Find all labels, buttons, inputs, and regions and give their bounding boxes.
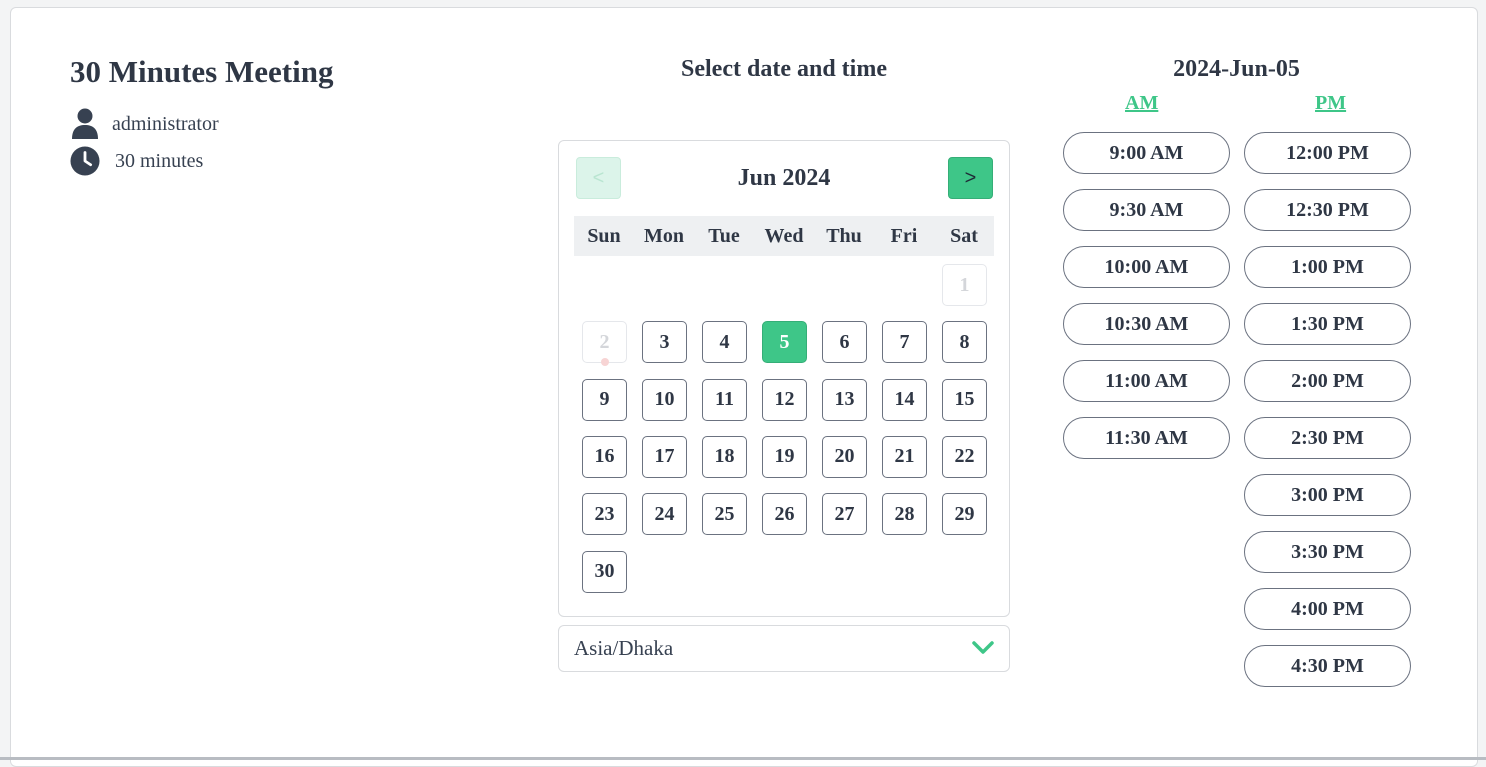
- weekday-fri: Fri: [890, 225, 918, 247]
- time-slot-button[interactable]: 12:00 PM: [1244, 132, 1411, 174]
- time-slot-button[interactable]: 11:30 AM: [1063, 417, 1230, 459]
- day-cell[interactable]: 30: [582, 550, 627, 593]
- day-cell[interactable]: 16: [582, 435, 627, 478]
- time-slot-button[interactable]: 4:30 PM: [1244, 645, 1411, 687]
- day-cell[interactable]: 23: [582, 493, 627, 536]
- timezone-select[interactable]: Asia/Dhaka: [558, 625, 1010, 672]
- am-tab[interactable]: AM: [1125, 92, 1158, 115]
- day-cell[interactable]: 9: [582, 378, 627, 421]
- day-cell[interactable]: 25: [702, 493, 747, 536]
- day-cell[interactable]: 5: [762, 321, 807, 364]
- time-slot-button[interactable]: 10:30 AM: [1063, 303, 1230, 345]
- duration-row: 30 minutes: [70, 145, 203, 177]
- day-cell[interactable]: 13: [822, 378, 867, 421]
- day-cell: 2: [582, 321, 627, 367]
- weekday-header: Sun Mon Tue Wed Thu Fri Sat: [574, 216, 994, 256]
- day-cell[interactable]: 28: [882, 493, 927, 536]
- day-cell[interactable]: 15: [942, 378, 987, 421]
- day-cell[interactable]: 26: [762, 493, 807, 536]
- month-label: Jun 2024: [737, 165, 831, 191]
- day-cell[interactable]: 11: [702, 378, 747, 421]
- day-cell[interactable]: 24: [642, 493, 687, 536]
- day-cell[interactable]: 21: [882, 435, 927, 478]
- day-cell[interactable]: 17: [642, 435, 687, 478]
- time-slot-button[interactable]: 2:00 PM: [1244, 360, 1411, 402]
- day-cell[interactable]: 29: [942, 493, 987, 536]
- weekday-wed: Wed: [764, 225, 804, 247]
- day-cell[interactable]: 18: [702, 435, 747, 478]
- day-cell[interactable]: 27: [822, 493, 867, 536]
- weekday-sun: Sun: [587, 225, 621, 247]
- next-month-button[interactable]: >: [948, 157, 993, 199]
- time-slot-button[interactable]: 3:00 PM: [1244, 474, 1411, 516]
- weekday-tue: Tue: [708, 225, 740, 247]
- time-slot-button[interactable]: 12:30 PM: [1244, 189, 1411, 231]
- today-indicator-dot: [601, 358, 609, 367]
- weekday-thu: Thu: [826, 225, 862, 247]
- chevron-down-icon: [972, 636, 994, 661]
- day-cell[interactable]: 10: [642, 378, 687, 421]
- host-name: administrator: [112, 112, 219, 135]
- day-cell: 1: [942, 264, 987, 306]
- time-slot-button[interactable]: 11:00 AM: [1063, 360, 1230, 402]
- calendar: < Jun 2024 > Sun Mon Tue Wed Thu Fri Sat…: [558, 140, 1010, 617]
- pm-tab[interactable]: PM: [1315, 92, 1346, 115]
- time-slot-button[interactable]: 9:30 AM: [1063, 189, 1230, 231]
- time-slot-button[interactable]: 4:00 PM: [1244, 588, 1411, 630]
- clock-icon: [70, 145, 100, 177]
- time-slot-button[interactable]: 1:00 PM: [1244, 246, 1411, 288]
- day-cell[interactable]: 7: [882, 321, 927, 364]
- weekday-sat: Sat: [950, 225, 978, 247]
- host-row: administrator: [70, 108, 219, 140]
- day-cell[interactable]: 4: [702, 321, 747, 364]
- time-slot-button[interactable]: 3:30 PM: [1244, 531, 1411, 573]
- user-icon: [70, 108, 100, 140]
- select-date-title: Select date and time: [681, 56, 887, 82]
- selected-date-title: 2024-Jun-05: [1173, 56, 1300, 82]
- day-cell[interactable]: 12: [762, 378, 807, 421]
- day-cell[interactable]: 19: [762, 435, 807, 478]
- time-slot-button[interactable]: 10:00 AM: [1063, 246, 1230, 288]
- day-cell[interactable]: 20: [822, 435, 867, 478]
- time-slot-button[interactable]: 9:00 AM: [1063, 132, 1230, 174]
- time-slot-button[interactable]: 1:30 PM: [1244, 303, 1411, 345]
- time-slot-button[interactable]: 2:30 PM: [1244, 417, 1411, 459]
- day-cell[interactable]: 8: [942, 321, 987, 364]
- day-cell[interactable]: 22: [942, 435, 987, 478]
- day-cell[interactable]: 14: [882, 378, 927, 421]
- duration-text: 30 minutes: [115, 149, 204, 172]
- day-cell[interactable]: 6: [822, 321, 867, 364]
- day-cell[interactable]: 3: [642, 321, 687, 364]
- meeting-title: 30 Minutes Meeting: [70, 54, 334, 89]
- weekday-mon: Mon: [644, 225, 684, 247]
- timezone-value: Asia/Dhaka: [574, 636, 674, 660]
